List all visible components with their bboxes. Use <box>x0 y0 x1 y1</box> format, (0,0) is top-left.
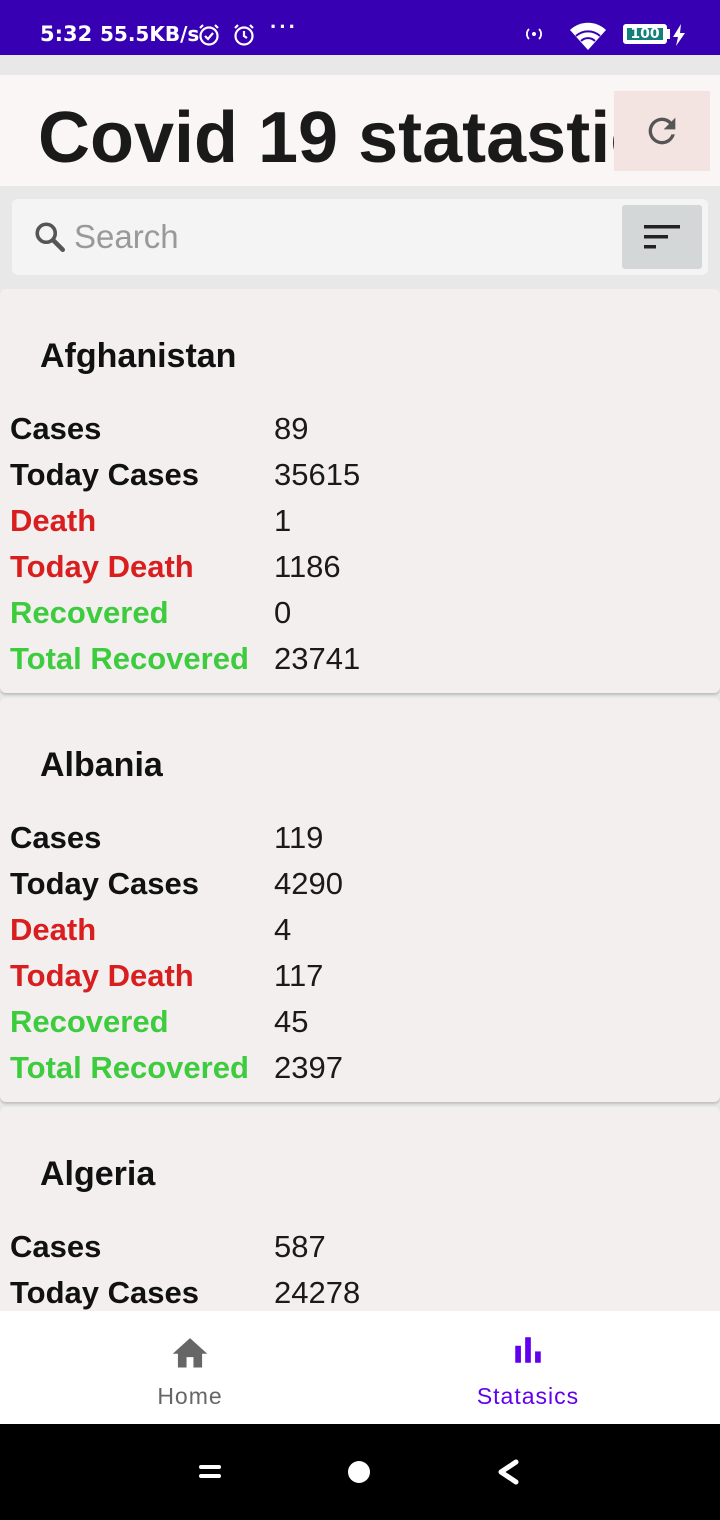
stat-row-today-death: Today Death 1186 <box>10 549 710 589</box>
stat-row-recovered: Recovered 45 <box>10 1004 710 1044</box>
stat-label: Recovered <box>10 595 169 630</box>
stat-label: Total Recovered <box>10 1050 249 1085</box>
nav-label-statasics: Statasics <box>476 1383 580 1409</box>
stat-row-cases: Cases 587 <box>10 1229 710 1269</box>
stat-value: 587 <box>274 1229 326 1264</box>
stat-value: 119 <box>274 820 324 855</box>
stat-value: 4290 <box>274 866 343 901</box>
app-header: Covid 19 statastics <box>0 75 720 186</box>
stat-row-today-cases: Today Cases 24278 <box>10 1275 710 1311</box>
stat-row-total-recovered: Total Recovered 23741 <box>10 641 710 681</box>
stat-label: Cases <box>10 411 102 446</box>
stat-label: Cases <box>10 820 102 855</box>
battery-nub <box>667 29 670 39</box>
bar-chart-icon <box>515 1337 541 1363</box>
stat-value: 35615 <box>274 457 361 492</box>
nav-label-home: Home <box>157 1383 223 1409</box>
stat-label: Today Death <box>10 549 194 584</box>
home-icon <box>172 1338 208 1368</box>
stat-value: 1 <box>274 503 292 538</box>
stat-row-today-death: Today Death 117 <box>10 958 710 998</box>
stat-row-today-cases: Today Cases 4290 <box>10 866 710 906</box>
stat-value: 0 <box>274 595 292 630</box>
battery-level: 100 <box>627 27 663 41</box>
battery-icon: 100 <box>623 24 667 44</box>
stat-label: Total Recovered <box>10 641 249 676</box>
stat-label: Today Death <box>10 958 194 993</box>
alarm-check-icon <box>199 24 219 46</box>
stat-value: 89 <box>274 411 309 446</box>
stat-label: Death <box>10 912 97 947</box>
stat-value: 1186 <box>274 549 341 584</box>
country-name: Albania <box>40 746 163 784</box>
stat-row-today-cases: Today Cases 35615 <box>10 457 710 497</box>
search-input[interactable] <box>74 217 614 257</box>
system-navigation-bar <box>0 1424 720 1520</box>
stat-value: 24278 <box>274 1275 361 1310</box>
country-name: Algeria <box>40 1155 156 1193</box>
stat-value: 117 <box>274 958 324 993</box>
stat-row-death: Death 1 <box>10 503 710 543</box>
stat-label: Today Cases <box>10 457 199 492</box>
stat-label: Cases <box>10 1229 102 1264</box>
stat-row-recovered: Recovered 0 <box>10 595 710 635</box>
stat-label: Today Cases <box>10 1275 199 1310</box>
country-list[interactable]: Afghanistan Cases 89 Today Cases 35615 D… <box>0 289 720 1311</box>
country-card[interactable]: Algeria Cases 587 Today Cases 24278 <box>0 1107 720 1311</box>
sort-button[interactable] <box>622 205 702 269</box>
wifi-icon <box>570 22 606 50</box>
alarm-icon <box>234 24 254 46</box>
stat-row-death: Death 4 <box>10 912 710 952</box>
search-icon <box>35 222 65 252</box>
network-speed: 55.5KB/s <box>100 22 200 46</box>
stat-value: 4 <box>274 912 292 947</box>
nav-item-statasics[interactable]: Statasics <box>348 1311 708 1424</box>
stat-label: Death <box>10 503 97 538</box>
nav-item-home[interactable]: Home <box>10 1311 370 1424</box>
country-name: Afghanistan <box>40 337 237 375</box>
refresh-button[interactable] <box>614 91 710 171</box>
country-card[interactable]: Albania Cases 119 Today Cases 4290 Death… <box>0 698 720 1102</box>
stat-value: 23741 <box>274 641 361 676</box>
bottom-navigation: Home Statasics <box>0 1311 720 1424</box>
menu-icon[interactable] <box>197 1462 223 1482</box>
charging-icon <box>673 24 685 46</box>
status-bar: 5:32 55.5KB/s ··· 100 <box>0 0 720 55</box>
stat-label: Today Cases <box>10 866 199 901</box>
back-icon[interactable] <box>494 1457 522 1487</box>
status-time: 5:32 <box>40 22 93 46</box>
stat-row-total-recovered: Total Recovered 2397 <box>10 1050 710 1090</box>
stat-value: 2397 <box>274 1050 343 1085</box>
country-card[interactable]: Afghanistan Cases 89 Today Cases 35615 D… <box>0 289 720 693</box>
stat-row-cases: Cases 119 <box>10 820 710 860</box>
sort-icon <box>644 225 680 249</box>
stat-value: 45 <box>274 1004 309 1039</box>
page-title: Covid 19 statastics <box>38 98 691 178</box>
refresh-icon <box>648 117 676 145</box>
stat-label: Recovered <box>10 1004 169 1039</box>
stat-row-cases: Cases 89 <box>10 411 710 451</box>
search-bar <box>12 199 708 275</box>
more-notifications: ··· <box>270 14 298 39</box>
hotspot-icon <box>526 28 542 40</box>
home-circle-icon[interactable] <box>346 1459 372 1485</box>
